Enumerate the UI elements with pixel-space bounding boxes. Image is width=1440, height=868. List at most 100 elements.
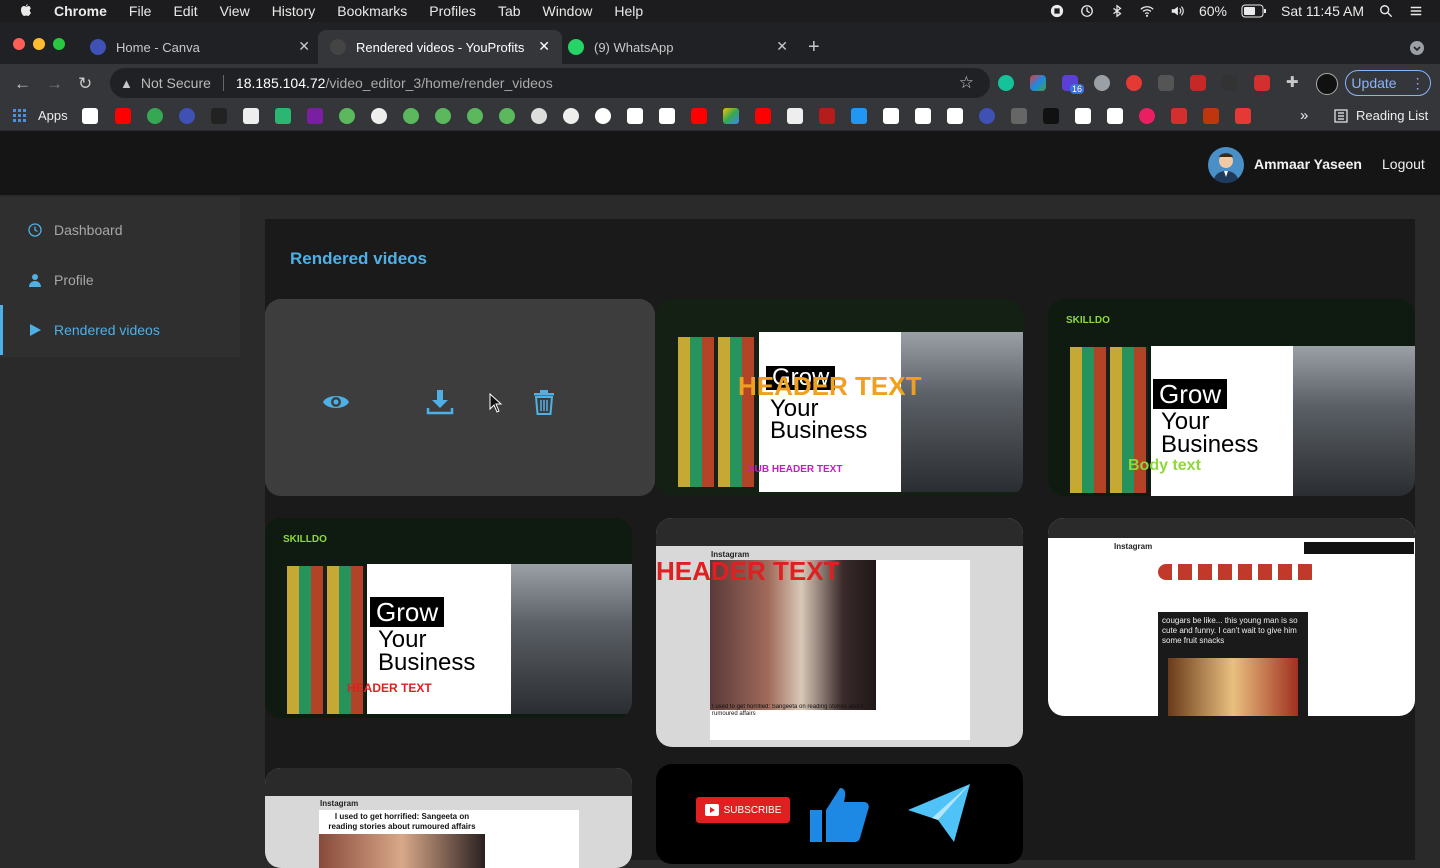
pin-extension-icon[interactable] xyxy=(1254,75,1270,91)
window-minimize-button[interactable] xyxy=(33,38,45,50)
menu-app-name[interactable]: Chrome xyxy=(54,3,107,19)
leaf-bookmark-icon[interactable] xyxy=(435,108,451,124)
battery-icon[interactable] xyxy=(1241,4,1267,18)
menu-tab[interactable]: Tab xyxy=(498,3,521,19)
youtube-bookmark-icon[interactable] xyxy=(755,108,771,124)
address-bar[interactable]: ▲ Not Secure 18.185.104.72 /video_editor… xyxy=(110,68,990,98)
kebab-menu-icon[interactable]: ⋮ xyxy=(1411,75,1425,92)
reading-list-button[interactable]: Reading List xyxy=(1334,108,1428,123)
menubar-clock[interactable]: Sat 11:45 AM xyxy=(1281,3,1364,19)
wordpress-bookmark-icon[interactable] xyxy=(531,108,547,124)
leaf-bookmark-icon[interactable] xyxy=(499,108,515,124)
wifi-icon[interactable] xyxy=(1139,4,1155,18)
amazon-bookmark-icon[interactable] xyxy=(947,108,963,124)
menu-profiles[interactable]: Profiles xyxy=(429,3,476,19)
apple-icon[interactable] xyxy=(18,3,34,19)
download-icon[interactable] xyxy=(426,389,454,415)
leaf-bookmark-icon[interactable] xyxy=(467,108,483,124)
heart-bookmark-icon[interactable] xyxy=(1235,108,1251,124)
video-card[interactable] xyxy=(265,299,655,496)
tab-search-chevron-icon[interactable] xyxy=(1410,41,1424,55)
window-close-button[interactable] xyxy=(13,38,25,50)
video-card[interactable]: Instagram HEADER TEXT I used to get horr… xyxy=(656,518,1023,747)
tab-close-icon[interactable]: ✕ xyxy=(538,38,550,55)
menu-history[interactable]: History xyxy=(272,3,316,19)
layers-bookmark-icon[interactable] xyxy=(275,108,291,124)
grammarly-extension-icon[interactable] xyxy=(998,75,1014,91)
sidebar-item-profile[interactable]: Profile xyxy=(0,255,240,305)
extensions-puzzle-icon[interactable]: ✚ xyxy=(1286,73,1302,91)
canva-bookmark-icon[interactable] xyxy=(179,108,195,124)
video-card[interactable]: Instagram cougars be like... this young … xyxy=(1048,518,1415,716)
video-card[interactable]: SUBSCRIBE xyxy=(656,764,1023,864)
recycle-extension-icon[interactable] xyxy=(1158,75,1174,91)
volume-icon[interactable] xyxy=(1169,4,1185,18)
menu-edit[interactable]: Edit xyxy=(173,3,197,19)
user-name[interactable]: Ammaar Yaseen xyxy=(1254,156,1362,172)
apps-grid-icon[interactable] xyxy=(12,108,28,124)
amazon-bookmark-icon[interactable] xyxy=(1107,108,1123,124)
globe-bookmark-icon[interactable] xyxy=(563,108,579,124)
update-button[interactable]: Update ⋮ xyxy=(1345,70,1431,96)
apps-bookmark-label[interactable]: Apps xyxy=(38,108,68,123)
tab-canva[interactable]: Home - Canva ✕ xyxy=(78,30,322,64)
sidebar-item-dashboard[interactable]: Dashboard xyxy=(0,205,240,255)
stop-hand-extension-icon[interactable] xyxy=(1126,75,1142,91)
amazon-bookmark-icon[interactable] xyxy=(1075,108,1091,124)
record-stop-icon[interactable] xyxy=(1049,4,1065,18)
new-tab-plus-icon[interactable]: + xyxy=(808,36,820,59)
canva-bookmark-icon[interactable] xyxy=(979,108,995,124)
maps-bookmark-icon[interactable] xyxy=(147,108,163,124)
video-card[interactable]: Instagram I used to get horrified: Sange… xyxy=(265,768,632,868)
leaf-bookmark-icon[interactable] xyxy=(403,108,419,124)
video-card[interactable]: SKILLDO Grow Your Business HEADER TEXT xyxy=(265,518,632,718)
stack-bookmark-icon[interactable] xyxy=(1203,108,1219,124)
yahoo-bookmark-icon[interactable] xyxy=(627,108,643,124)
time-machine-icon[interactable] xyxy=(1079,4,1095,18)
video-card[interactable]: SKILLDO Grow Your Business Body text xyxy=(1048,299,1415,496)
gear-bookmark-icon[interactable] xyxy=(1011,108,1027,124)
menu-bookmarks[interactable]: Bookmarks xyxy=(337,3,407,19)
bookmark-star-icon[interactable]: ☆ xyxy=(959,73,974,93)
pink-bookmark-icon[interactable] xyxy=(1139,108,1155,124)
vidiq-extension-icon[interactable] xyxy=(1222,75,1238,91)
delete-trash-icon[interactable] xyxy=(530,389,558,415)
user-avatar[interactable] xyxy=(1208,147,1244,183)
bookmarks-overflow-icon[interactable]: » xyxy=(1300,107,1308,124)
notion-bookmark-icon[interactable] xyxy=(1171,108,1187,124)
chart-extension-icon[interactable] xyxy=(1190,75,1206,91)
google-bookmark-icon[interactable] xyxy=(595,108,611,124)
youtube-bookmark-icon[interactable] xyxy=(115,108,131,124)
video-card[interactable]: Grow Your Business HEADER TEXT SUB HEADE… xyxy=(656,299,1023,496)
crown-bookmark-icon[interactable] xyxy=(819,108,835,124)
back-arrow-icon[interactable]: ← xyxy=(14,74,31,94)
tab-close-icon[interactable]: ✕ xyxy=(776,38,788,55)
color-picker-extension-icon[interactable] xyxy=(1030,75,1046,91)
window-zoom-button[interactable] xyxy=(53,38,65,50)
send-bookmark-icon[interactable] xyxy=(851,108,867,124)
reload-icon[interactable]: ↻ xyxy=(78,74,92,94)
control-center-icon[interactable] xyxy=(1408,4,1424,18)
menu-window[interactable]: Window xyxy=(543,3,593,19)
leaf-bookmark-icon[interactable] xyxy=(339,108,355,124)
yahoo-bookmark-icon[interactable] xyxy=(659,108,675,124)
dark-bookmark-icon[interactable] xyxy=(1043,108,1059,124)
bluetooth-icon[interactable] xyxy=(1109,4,1125,18)
chatgpt-bookmark-icon[interactable] xyxy=(243,108,259,124)
spotlight-search-icon[interactable] xyxy=(1378,4,1394,18)
profile-avatar-icon[interactable] xyxy=(1316,73,1338,95)
logout-link[interactable]: Logout xyxy=(1382,156,1425,172)
security-label[interactable]: Not Secure xyxy=(141,75,211,91)
tab-close-icon[interactable]: ✕ xyxy=(298,38,310,55)
forward-arrow-icon[interactable]: → xyxy=(46,74,63,94)
drive-bookmark-icon[interactable] xyxy=(723,108,739,124)
warning-triangle-icon[interactable]: ▲ xyxy=(120,76,133,91)
globe-extension-icon[interactable] xyxy=(1094,75,1110,91)
menu-file[interactable]: File xyxy=(129,3,152,19)
calendar-bookmark-icon[interactable] xyxy=(787,108,803,124)
tab-whatsapp[interactable]: (9) WhatsApp ✕ xyxy=(556,30,800,64)
youtube-bookmark-icon[interactable] xyxy=(691,108,707,124)
gmail-bookmark-icon[interactable] xyxy=(82,108,98,124)
amazon-bookmark-icon[interactable] xyxy=(883,108,899,124)
menu-help[interactable]: Help xyxy=(614,3,643,19)
